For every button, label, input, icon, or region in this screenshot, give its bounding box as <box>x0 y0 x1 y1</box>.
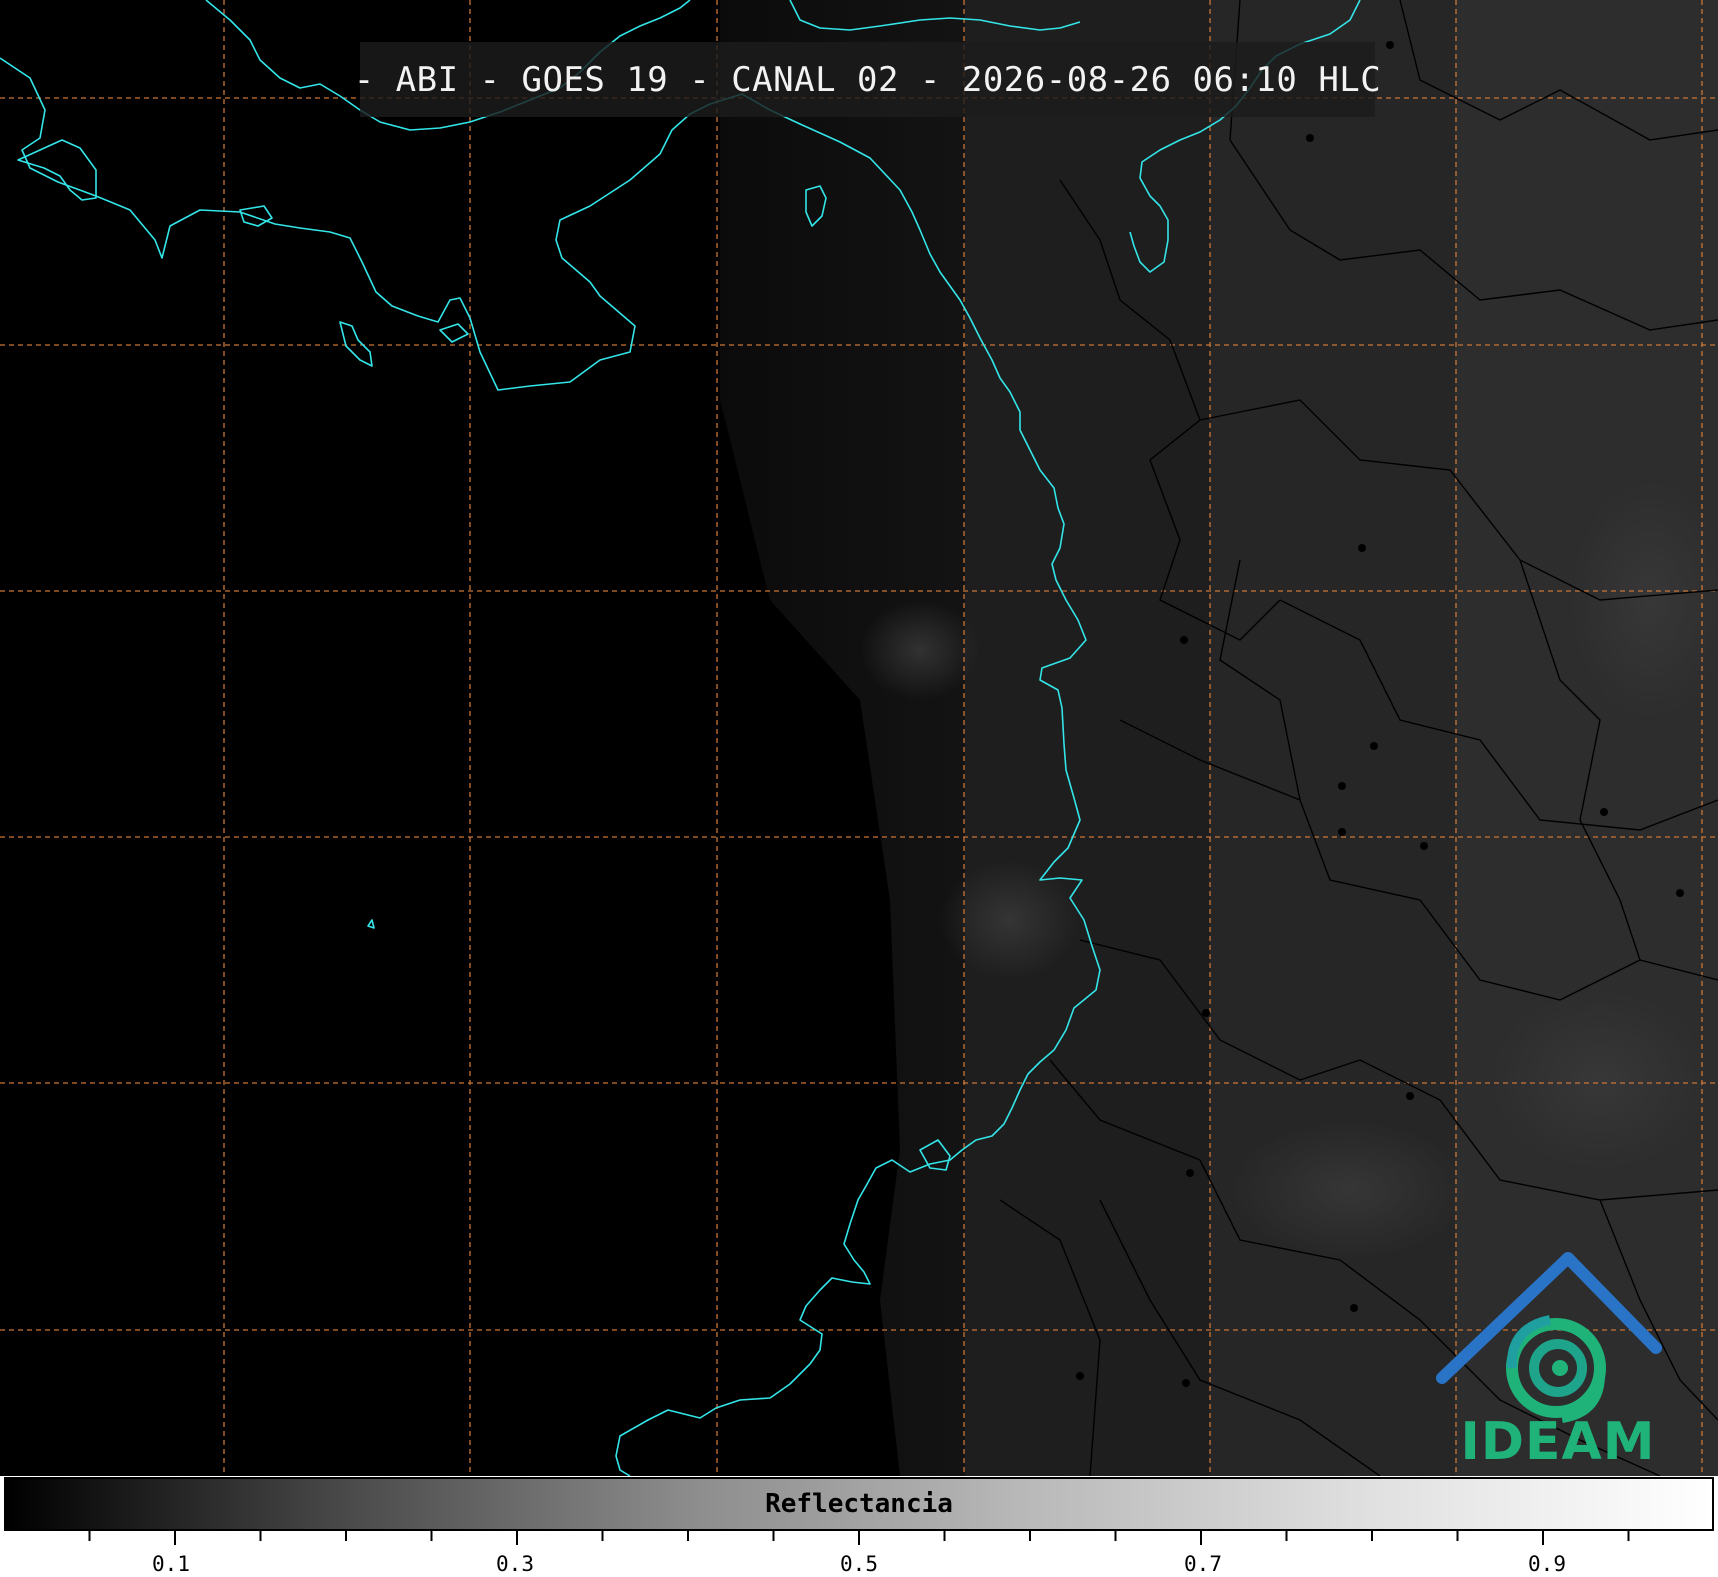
logo-text: IDEAM <box>1460 1412 1656 1472</box>
colorbar-tick-label: 0.5 <box>840 1552 878 1576</box>
colorbar-tick-label: 0.7 <box>1184 1552 1222 1576</box>
cloud-patch <box>860 600 980 700</box>
map-title: - ABI - GOES 19 - CANAL 02 - 2026-08-26 … <box>353 59 1382 100</box>
colorbar-tick-label: 0.9 <box>1528 1552 1566 1576</box>
colorbar-label: Reflectancia <box>765 1489 953 1519</box>
colorbar-tick-label: 0.1 <box>152 1552 190 1576</box>
cloud-patch <box>1490 990 1710 1170</box>
colorbar-tick-label: 0.3 <box>496 1552 534 1576</box>
cloud-patch <box>1230 1120 1470 1260</box>
